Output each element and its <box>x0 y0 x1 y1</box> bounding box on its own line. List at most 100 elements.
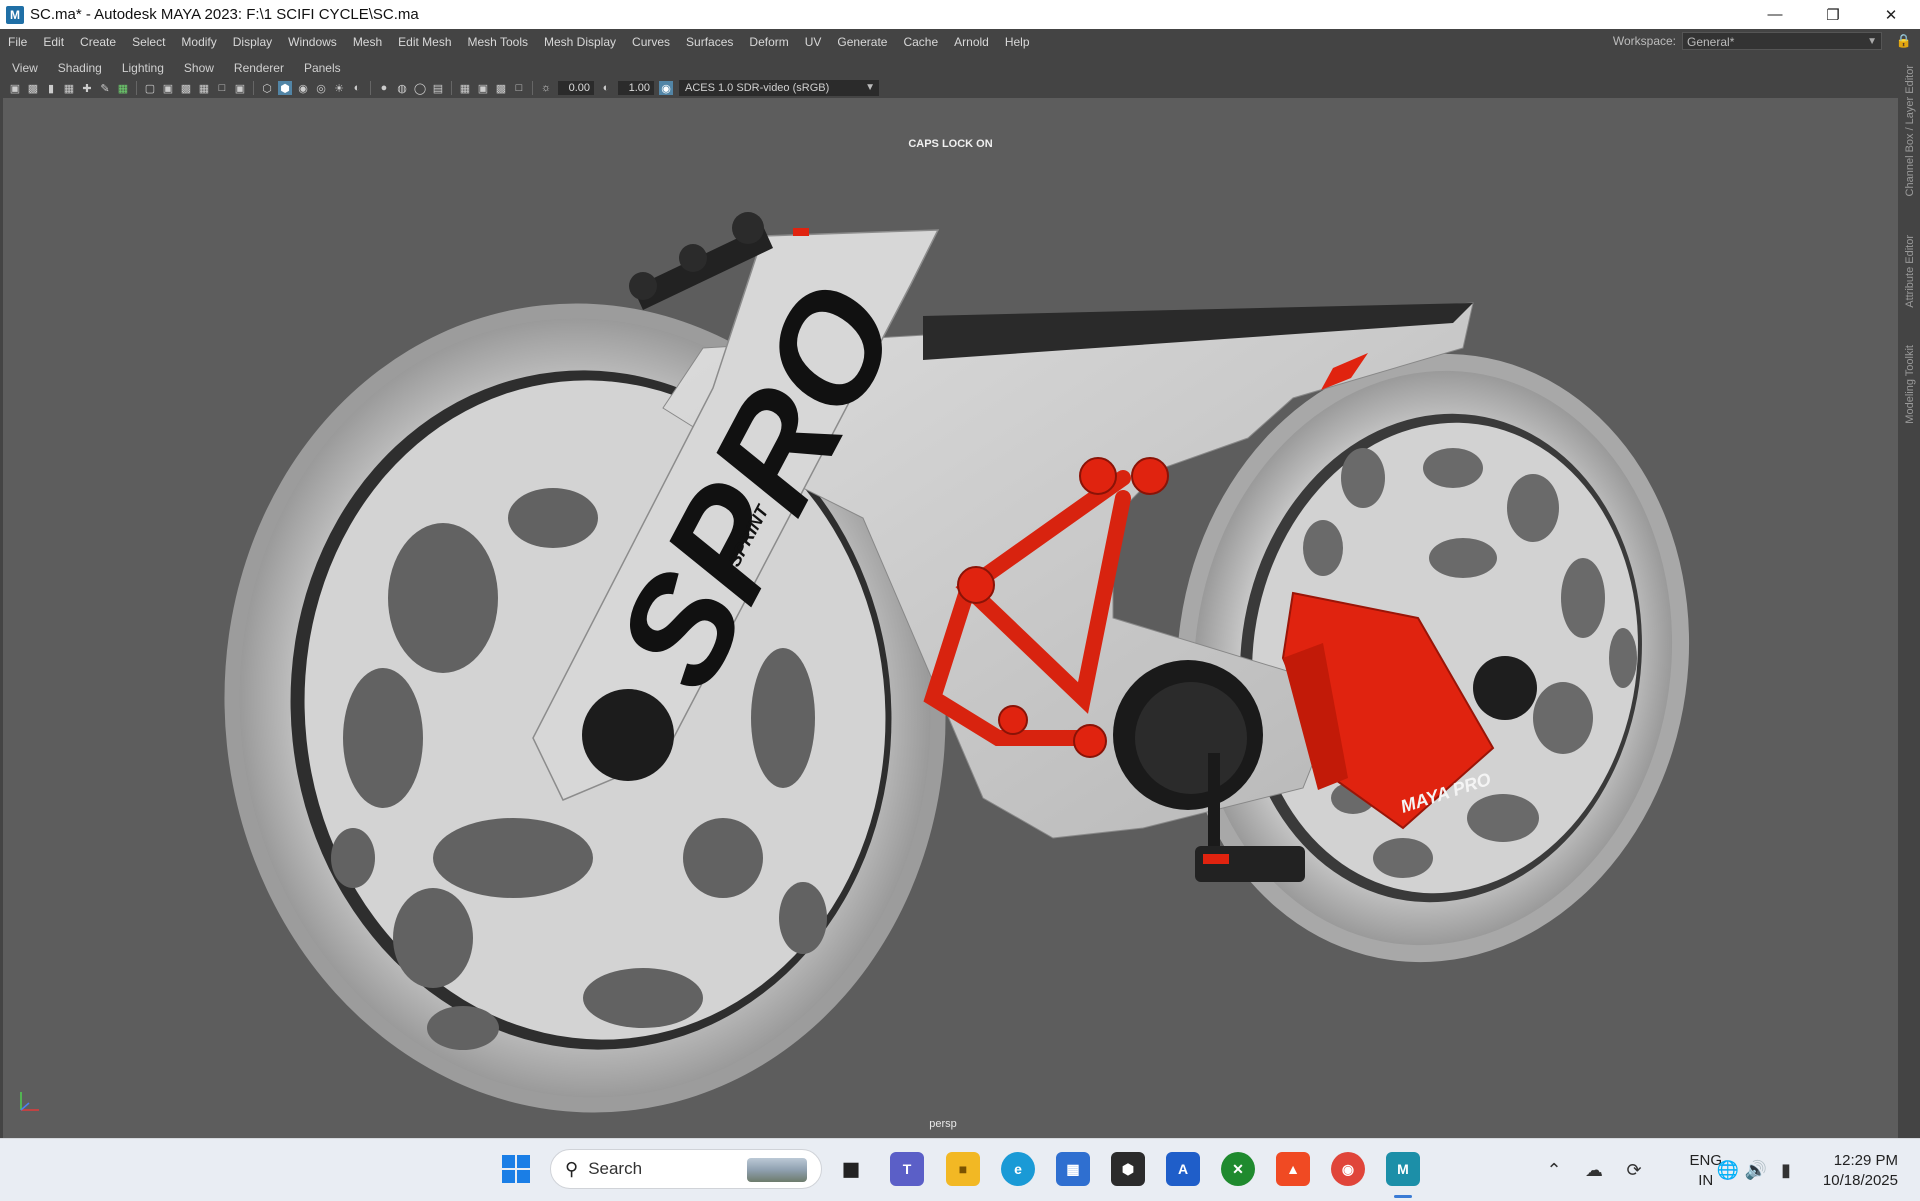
menu-cache[interactable]: Cache <box>895 35 946 49</box>
windows-start-icon[interactable] <box>501 1154 531 1184</box>
xbox-icon[interactable]: ✕ <box>1221 1152 1255 1186</box>
onedrive-icon[interactable]: ☁ <box>1582 1158 1606 1182</box>
menu-modify[interactable]: Modify <box>173 35 224 49</box>
chrome-icon[interactable]: ◉ <box>1331 1152 1365 1186</box>
search-icon: ⚲ <box>565 1158 579 1179</box>
menu-uv[interactable]: UV <box>797 35 830 49</box>
panel-menu-shading[interactable]: Shading <box>46 61 110 75</box>
exposure-icon[interactable]: ☼ <box>539 81 553 95</box>
menu-deform[interactable]: Deform <box>741 35 796 49</box>
menu-windows[interactable]: Windows <box>280 35 345 49</box>
2d-pan-icon[interactable]: ✚ <box>80 81 94 95</box>
perspective-viewport[interactable]: SPRO SPRINT MAYA PRO CAPS LOCK ON persp <box>3 98 1898 1138</box>
shadows-icon[interactable]: ◐ <box>350 81 364 95</box>
menu-select[interactable]: Select <box>124 35 173 49</box>
safe-title-icon[interactable]: ▣ <box>233 81 247 95</box>
tab-attribute-editor[interactable]: Attribute Editor <box>1904 235 1916 308</box>
workspace-dropdown[interactable]: General* ▼ <box>1682 32 1882 50</box>
panel-menu-lighting[interactable]: Lighting <box>110 61 172 75</box>
view-transform-value: ACES 1.0 SDR-video (sRGB) <box>685 82 830 94</box>
ambient-occlusion-icon[interactable]: ● <box>377 81 391 95</box>
menu-arnold[interactable]: Arnold <box>946 35 997 49</box>
unity-icon[interactable]: ⬢ <box>1111 1152 1145 1186</box>
restore-icon[interactable]: ❐ <box>1804 0 1862 29</box>
chevron-up-icon[interactable]: ⌃ <box>1542 1158 1566 1182</box>
menu-mesh[interactable]: Mesh <box>345 35 390 49</box>
maya-taskbar-icon[interactable]: M <box>1386 1152 1420 1186</box>
menu-file[interactable]: File <box>0 35 35 49</box>
menu-display[interactable]: Display <box>225 35 280 49</box>
use-all-lights-icon[interactable]: ☀ <box>332 81 346 95</box>
chevron-down-icon: ▼ <box>1867 36 1877 47</box>
default-material-icon[interactable]: ◉ <box>296 81 310 95</box>
brave-icon[interactable]: ▲ <box>1276 1152 1310 1186</box>
gamma-field[interactable]: 1.00 <box>618 81 654 95</box>
edge-icon[interactable]: e <box>1001 1152 1035 1186</box>
gamma-icon[interactable]: ◐ <box>599 81 613 95</box>
view-transform-dropdown[interactable]: ACES 1.0 SDR-video (sRGB) ▼ <box>679 80 879 96</box>
clock-date: 10/18/2025 <box>1822 1172 1898 1189</box>
xray-icon[interactable]: ▣ <box>476 81 490 95</box>
tab-modeling-toolkit[interactable]: Modeling Toolkit <box>1904 345 1916 424</box>
caps-lock-hud: CAPS LOCK ON <box>908 138 993 150</box>
resolution-gate-icon[interactable]: ▣ <box>161 81 175 95</box>
task-view-icon[interactable]: ◼ <box>834 1152 868 1186</box>
tab-channel-box[interactable]: Channel Box / Layer Editor <box>1904 65 1916 196</box>
workspace-selector: Workspace: General* ▼ <box>1613 32 1882 50</box>
menu-curves[interactable]: Curves <box>624 35 678 49</box>
autodesk-app-icon[interactable]: A <box>1166 1152 1200 1186</box>
menu-create[interactable]: Create <box>72 35 124 49</box>
menu-generate[interactable]: Generate <box>829 35 895 49</box>
bike-model: SPRO SPRINT MAYA PRO <box>224 212 1690 1113</box>
anti-aliasing-icon[interactable]: ◯ <box>413 81 427 95</box>
panel-menu-bar: View Shading Lighting Show Renderer Pane… <box>0 58 1898 78</box>
toolbar-separator <box>370 81 371 95</box>
backface-culling-icon[interactable]: □ <box>512 81 526 95</box>
menu-mesh-tools[interactable]: Mesh Tools <box>460 35 536 49</box>
panel-menu-renderer[interactable]: Renderer <box>222 61 292 75</box>
menu-mesh-display[interactable]: Mesh Display <box>536 35 624 49</box>
minimize-icon[interactable]: — <box>1746 0 1804 29</box>
microsoft-store-icon[interactable]: ▦ <box>1056 1152 1090 1186</box>
active-app-indicator <box>1394 1195 1412 1198</box>
depth-of-field-icon[interactable]: ▤ <box>431 81 445 95</box>
isolate-select-icon[interactable]: ▦ <box>458 81 472 95</box>
main-menu-bar: File Edit Create Select Modify Display W… <box>0 29 1920 55</box>
globe-icon[interactable]: 🌐 <box>1716 1158 1740 1182</box>
film-gate-icon[interactable]: ▢ <box>143 81 157 95</box>
menu-edit[interactable]: Edit <box>35 35 72 49</box>
close-icon[interactable]: ✕ <box>1862 0 1920 29</box>
grid-icon[interactable]: ▦ <box>116 81 130 95</box>
panel-menu-show[interactable]: Show <box>172 61 222 75</box>
motion-blur-icon[interactable]: ◍ <box>395 81 409 95</box>
gate-mask-icon[interactable]: ▩ <box>179 81 193 95</box>
camera-icon[interactable]: ▣ <box>8 81 22 95</box>
sync-icon[interactable]: ⟳ <box>1622 1158 1646 1182</box>
menu-help[interactable]: Help <box>997 35 1038 49</box>
safe-action-icon[interactable]: □ <box>215 81 229 95</box>
wireframe-icon[interactable]: ⬡ <box>260 81 274 95</box>
teams-icon[interactable]: T <box>890 1152 924 1186</box>
title-bar: M SC.ma* - Autodesk MAYA 2023: F:\1 SCIF… <box>0 0 1920 29</box>
battery-icon[interactable]: ▮ <box>1774 1158 1798 1182</box>
image-plane-icon[interactable]: ▦ <box>62 81 76 95</box>
system-clock[interactable]: 12:29 PM 10/18/2025 <box>1823 1151 1898 1191</box>
file-explorer-icon[interactable]: ■ <box>946 1152 980 1186</box>
menu-surfaces[interactable]: Surfaces <box>678 35 741 49</box>
panel-menu-panels[interactable]: Panels <box>292 61 349 75</box>
panel-menu-view[interactable]: View <box>0 61 46 75</box>
color-management-icon[interactable]: ◉ <box>659 81 673 95</box>
lock-icon[interactable]: 🔒 <box>1896 33 1912 49</box>
smooth-shade-icon[interactable]: ⬢ <box>278 81 292 95</box>
chevron-down-icon: ▼ <box>865 82 875 93</box>
taskbar-search[interactable]: ⚲ Search <box>550 1149 822 1189</box>
field-chart-icon[interactable]: ▦ <box>197 81 211 95</box>
bookmark-icon[interactable]: ▮ <box>44 81 58 95</box>
exposure-field[interactable]: 0.00 <box>558 81 594 95</box>
menu-edit-mesh[interactable]: Edit Mesh <box>390 35 459 49</box>
camera-attributes-icon[interactable]: ▩ <box>26 81 40 95</box>
textured-icon[interactable]: ◎ <box>314 81 328 95</box>
volume-icon[interactable]: 🔊 <box>1744 1158 1768 1182</box>
xray-joints-icon[interactable]: ▩ <box>494 81 508 95</box>
grease-pencil-icon[interactable]: ✎ <box>98 81 112 95</box>
